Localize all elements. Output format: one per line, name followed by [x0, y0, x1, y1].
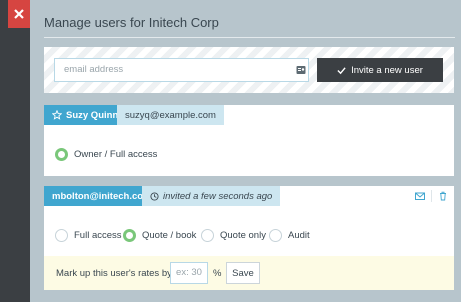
star-icon	[52, 110, 62, 120]
resend-email-button[interactable]	[409, 186, 431, 206]
role-option-full-access[interactable]: Full access	[55, 229, 122, 242]
radio-selected[interactable]	[123, 229, 136, 242]
role-label: Quote only	[220, 230, 266, 241]
invite-status-tag: invited a few seconds ago	[142, 186, 281, 206]
title-divider	[44, 37, 455, 38]
role-label: Owner / Full access	[74, 149, 158, 160]
card-actions	[409, 186, 454, 206]
invite-status: invited a few seconds ago	[163, 190, 273, 202]
markup-label: Mark up this user's rates by	[56, 268, 172, 279]
role-label: Full access	[74, 230, 122, 241]
radio-unselected[interactable]	[269, 229, 282, 242]
save-button[interactable]: Save	[226, 262, 260, 284]
markup-percent-input[interactable]: ex: 30	[170, 262, 208, 284]
user-email-tag: suzyq@example.com	[117, 105, 224, 125]
invite-button-label: Invite a new user	[351, 64, 423, 76]
user-card: mbolton@initech.com invited a few second…	[44, 186, 454, 290]
role-option-owner[interactable]: Owner / Full access	[55, 148, 157, 161]
rate-markup-row: Mark up this user's rates by ex: 30 % Sa…	[44, 256, 454, 290]
role-option-audit[interactable]: Audit	[269, 229, 310, 242]
modal-title: Manage users for Initech Corp	[44, 15, 219, 30]
invite-panel: email address Invite a new user	[44, 47, 454, 93]
close-icon	[14, 9, 24, 19]
radio-unselected[interactable]	[55, 229, 68, 242]
manage-users-modal: Manage users for Initech Corp email addr…	[30, 0, 461, 302]
contact-card-icon	[296, 66, 306, 74]
role-label: Audit	[288, 230, 310, 241]
invite-user-button[interactable]: Invite a new user	[317, 58, 443, 82]
role-label: Quote / book	[142, 230, 197, 241]
radio-selected[interactable]	[55, 148, 68, 161]
user-name-tag: Suzy Quinn	[44, 105, 127, 125]
trash-icon	[440, 191, 446, 201]
envelope-icon	[415, 192, 425, 200]
close-button[interactable]	[8, 0, 30, 28]
checkmark-icon	[337, 66, 346, 74]
clock-icon	[150, 191, 159, 201]
left-sidebar	[0, 0, 30, 302]
role-option-quote-only[interactable]: Quote only	[201, 229, 266, 242]
email-input[interactable]: email address	[54, 58, 309, 82]
radio-unselected[interactable]	[201, 229, 214, 242]
role-option-quote-book[interactable]: Quote / book	[123, 229, 196, 242]
percent-sign: %	[213, 268, 222, 279]
delete-user-button[interactable]	[432, 186, 454, 206]
user-name: Suzy Quinn	[66, 109, 119, 121]
user-card: Suzy Quinn suzyq@example.com Owner / Ful…	[44, 105, 454, 176]
